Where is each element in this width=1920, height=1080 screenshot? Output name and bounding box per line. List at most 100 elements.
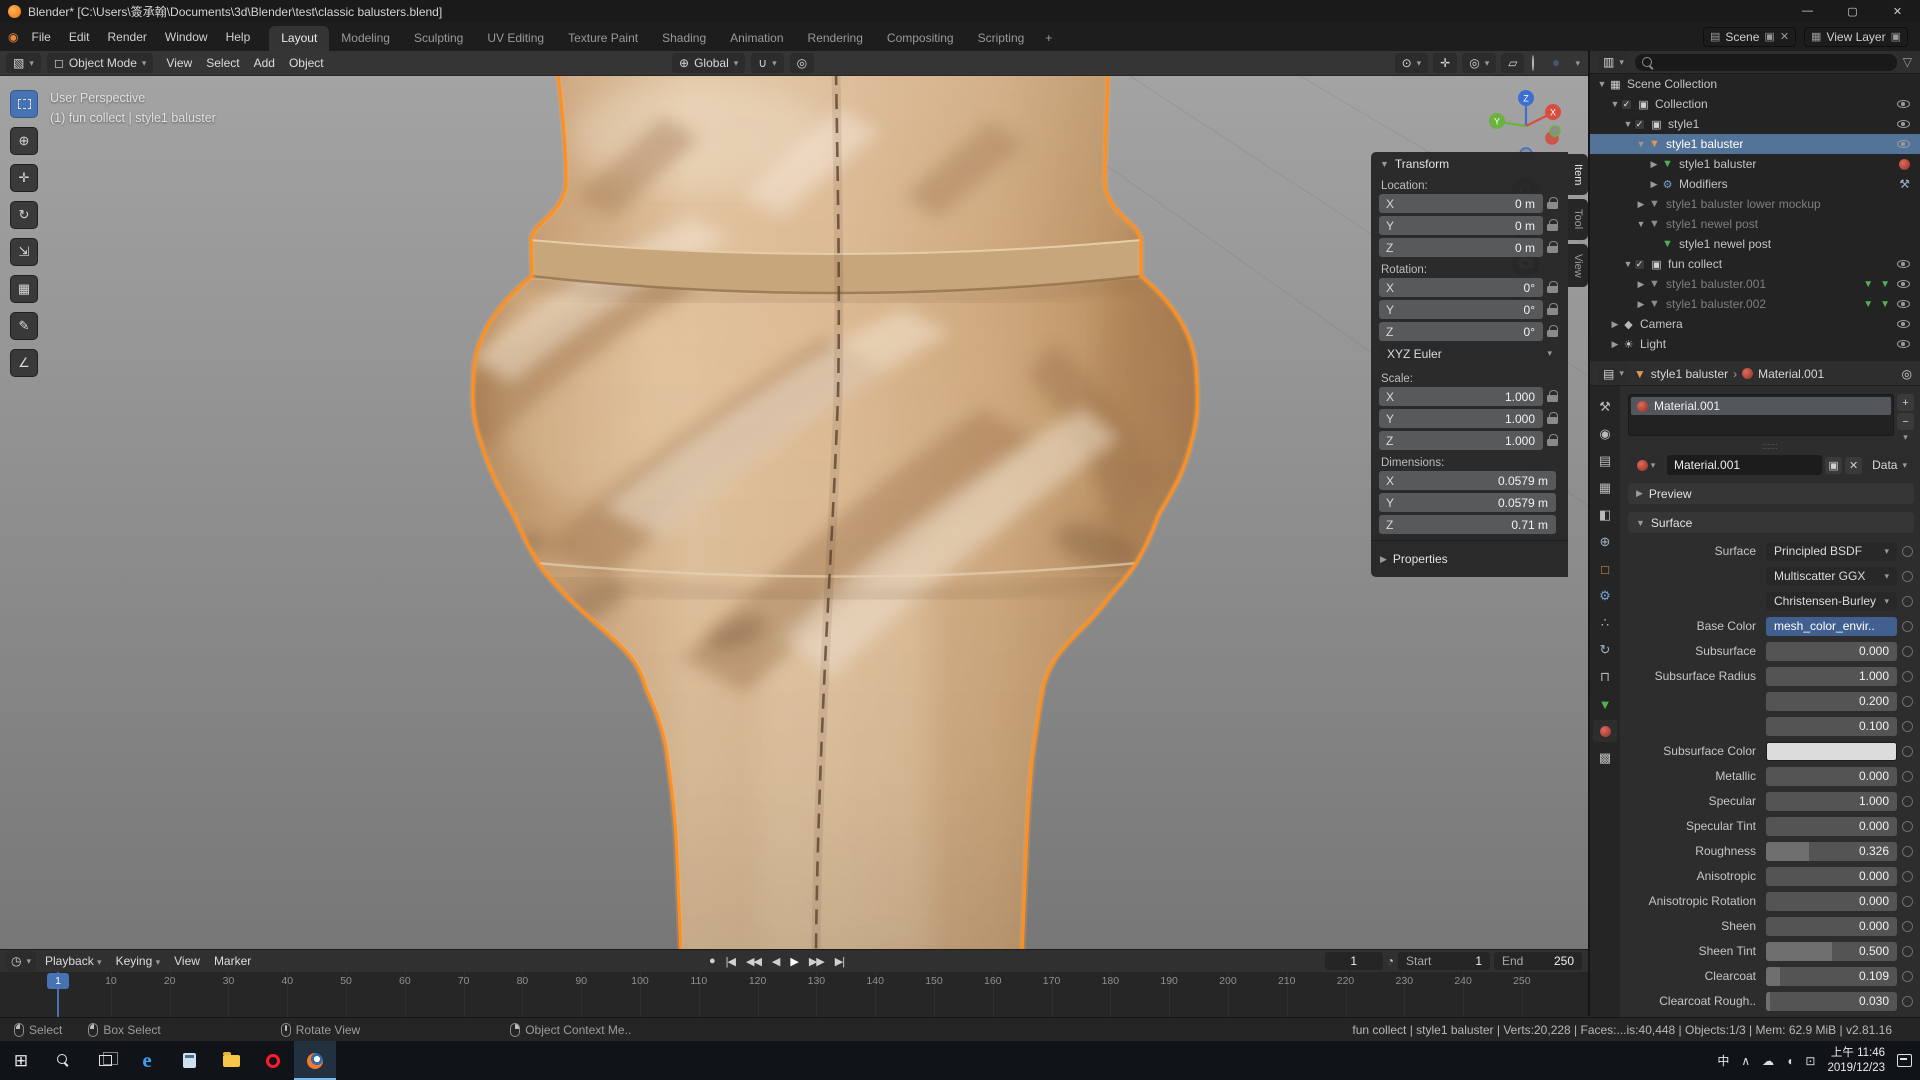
visibility-eye-icon[interactable] — [1897, 320, 1910, 328]
properties-tab-physics[interactable]: ↻ — [1593, 639, 1617, 661]
property-field[interactable]: 0.030 — [1766, 992, 1897, 1011]
property-field[interactable]: 0.100 — [1766, 717, 1897, 736]
timeline-menu-keying[interactable]: Keying ▾ — [109, 954, 168, 968]
workspace-tab-scripting[interactable]: Scripting — [966, 26, 1037, 51]
menu-edit[interactable]: Edit — [60, 30, 99, 44]
preview-panel-header[interactable]: ▶Preview — [1628, 483, 1914, 504]
visibility-eye-icon[interactable] — [1897, 120, 1910, 128]
menu-help[interactable]: Help — [217, 30, 260, 44]
visibility-eye-icon[interactable] — [1897, 280, 1910, 288]
gizmo-toggle[interactable]: ✛ — [1433, 53, 1457, 73]
location-z-field[interactable]: Z0 m — [1379, 238, 1543, 257]
property-field[interactable]: 0.000 — [1766, 642, 1897, 661]
base-color-texture-field[interactable]: mesh_color_envir.. — [1766, 617, 1897, 636]
visibility-eye-icon[interactable] — [1897, 260, 1910, 268]
play-reverse-button[interactable]: ◀ — [768, 955, 783, 968]
disclosure-icon[interactable]: ▼ — [1635, 139, 1647, 149]
workspace-tab-layout[interactable]: Layout — [269, 26, 329, 51]
next-keyframe-button[interactable]: ▶▶ — [805, 955, 828, 968]
auto-key-icon[interactable]: ● — [705, 955, 719, 967]
extras-dot-button[interactable] — [1902, 971, 1913, 982]
property-field[interactable]: 0.000 — [1766, 892, 1897, 911]
lock-icon[interactable] — [1547, 325, 1560, 338]
start-frame-field[interactable]: Start1 — [1398, 952, 1490, 970]
annotate-tool[interactable]: ✎ — [10, 312, 38, 340]
properties-tab-render[interactable]: ◉ — [1593, 423, 1617, 445]
breadcrumb-material[interactable]: Material.001 — [1758, 367, 1824, 381]
mode-dropdown[interactable]: ◻Object Mode▾ — [47, 53, 154, 73]
scale-x-field[interactable]: X1.000 — [1379, 387, 1543, 406]
disclosure-icon[interactable]: ▶ — [1609, 319, 1621, 330]
playhead-badge[interactable]: 1 — [47, 973, 69, 989]
material-name-field[interactable]: Material.001 — [1667, 455, 1822, 475]
extras-dot-button[interactable] — [1902, 621, 1913, 632]
extras-dot-button[interactable] — [1902, 721, 1913, 732]
transform-panel-header[interactable]: ▼Transform — [1371, 152, 1568, 176]
add-workspace-button[interactable]: + — [1036, 26, 1061, 51]
outliner-row-style1-newel-post[interactable]: ▼▼style1 newel post — [1590, 214, 1920, 234]
outliner-row-scene-collection[interactable]: ▼▦Scene Collection — [1590, 74, 1920, 94]
lock-icon[interactable] — [1547, 241, 1560, 254]
disclosure-icon[interactable]: ▼ — [1635, 219, 1647, 229]
extras-dot-button[interactable] — [1902, 646, 1913, 657]
volume-icon[interactable]: ◖ — [1786, 1054, 1793, 1068]
properties-panel-header[interactable]: ▶Properties — [1371, 547, 1568, 571]
breadcrumb-object[interactable]: style1 baluster — [1651, 367, 1728, 381]
minimize-button[interactable]: — — [1785, 0, 1830, 22]
remove-slot-button[interactable]: − — [1897, 413, 1914, 430]
rotation-z-field[interactable]: Z0° — [1379, 322, 1543, 341]
extras-dot-button[interactable] — [1902, 671, 1913, 682]
outliner-row-camera[interactable]: ▶◆Camera — [1590, 314, 1920, 334]
properties-tab-material[interactable] — [1593, 720, 1617, 742]
taskbar-edge-button[interactable]: e — [126, 1041, 168, 1080]
unlink-material-icon[interactable]: ✕ — [1845, 457, 1862, 474]
scale-z-field[interactable]: Z1.000 — [1379, 431, 1543, 450]
collection-checkbox[interactable]: ✓ — [1634, 259, 1645, 270]
rotation-x-field[interactable]: X0° — [1379, 278, 1543, 297]
lock-icon[interactable] — [1547, 303, 1560, 316]
titlebar[interactable]: Blender* [C:\Users\簽承翰\Documents\3d\Blen… — [0, 0, 1920, 22]
property-dropdown-christensen-burley[interactable]: Christensen-Burley▾ — [1766, 592, 1897, 611]
properties-tab-scene[interactable]: ◧ — [1593, 504, 1617, 526]
xray-toggle[interactable]: ▱ — [1501, 53, 1524, 73]
viewport-menu-object[interactable]: Object — [282, 56, 331, 70]
visibility-eye-icon[interactable] — [1897, 340, 1910, 348]
extras-dot-button[interactable] — [1902, 846, 1913, 857]
lock-icon[interactable] — [1547, 197, 1560, 210]
property-field[interactable]: 0.109 — [1766, 967, 1897, 986]
n-panel-tab-view[interactable]: View — [1568, 244, 1588, 288]
workspace-tab-modeling[interactable]: Modeling — [329, 26, 402, 51]
disclosure-icon[interactable]: ▶ — [1635, 299, 1647, 310]
shading-dropdown[interactable]: ▾ — [1575, 58, 1580, 69]
scale-y-field[interactable]: Y1.000 — [1379, 409, 1543, 428]
outliner-row-light[interactable]: ▶☀Light — [1590, 334, 1920, 354]
cloud-icon[interactable]: ☁ — [1762, 1054, 1774, 1068]
workspace-tab-sculpting[interactable]: Sculpting — [402, 26, 475, 51]
viewport-3d[interactable]: User Perspective (1) fun collect | style… — [0, 76, 1588, 949]
dimensions-z-field[interactable]: Z0.71 m — [1379, 515, 1556, 534]
network-icon[interactable]: ⊡ — [1805, 1054, 1815, 1068]
lock-icon[interactable] — [1547, 281, 1560, 294]
disclosure-icon[interactable]: ▶ — [1635, 279, 1647, 290]
timeline-editor-type-button[interactable]: ◷▾ — [6, 951, 36, 971]
outliner-row-fun-collect[interactable]: ▼✓▣fun collect — [1590, 254, 1920, 274]
property-field[interactable]: 0.200 — [1766, 692, 1897, 711]
properties-tab-object[interactable]: □ — [1593, 558, 1617, 580]
extras-dot-button[interactable] — [1902, 796, 1913, 807]
new-view-layer-icon[interactable]: ▣ — [1891, 30, 1901, 43]
blender-app-menu-icon[interactable]: ◉ — [0, 30, 22, 44]
workspace-tab-rendering[interactable]: Rendering — [796, 26, 875, 51]
property-dropdown-principled-bsdf[interactable]: Principled BSDF▾ — [1766, 542, 1897, 561]
visibility-eye-icon[interactable] — [1897, 140, 1910, 148]
shading-solid-button[interactable] — [1542, 60, 1548, 66]
outliner-row-style1-newel-post[interactable]: ▼style1 newel post — [1590, 234, 1920, 254]
disclosure-icon[interactable]: ▼ — [1609, 99, 1621, 109]
disclosure-icon[interactable]: ▼ — [1596, 79, 1608, 89]
dimensions-x-field[interactable]: X0.0579 m — [1379, 471, 1556, 490]
taskbar-calculator-button[interactable] — [168, 1041, 210, 1080]
properties-tab-data[interactable]: ▼ — [1593, 693, 1617, 715]
snap-magnet-icon[interactable]: ∪▾ — [751, 53, 783, 73]
taskbar-start-button[interactable]: ⊞ — [0, 1041, 42, 1080]
disclosure-icon[interactable]: ▼ — [1622, 119, 1634, 129]
new-scene-icon[interactable]: ▣ — [1764, 30, 1774, 43]
